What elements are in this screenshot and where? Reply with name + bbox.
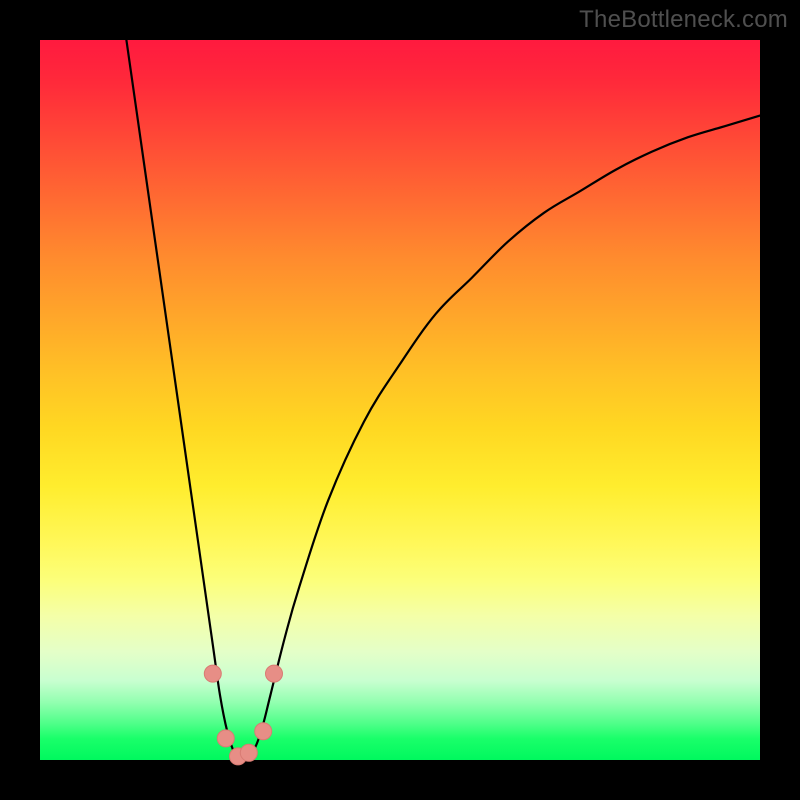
plot-gradient-area xyxy=(40,40,760,760)
curve-marker xyxy=(240,744,257,761)
curve-marker xyxy=(204,665,221,682)
curve-marker xyxy=(255,723,272,740)
curve-marker xyxy=(266,665,283,682)
curve-markers xyxy=(204,665,282,765)
bottleneck-curve-path xyxy=(126,40,760,760)
chart-frame: TheBottleneck.com xyxy=(0,0,800,800)
bottleneck-curve-svg xyxy=(40,40,760,760)
curve-marker xyxy=(217,730,234,747)
watermark-label: TheBottleneck.com xyxy=(579,6,788,34)
